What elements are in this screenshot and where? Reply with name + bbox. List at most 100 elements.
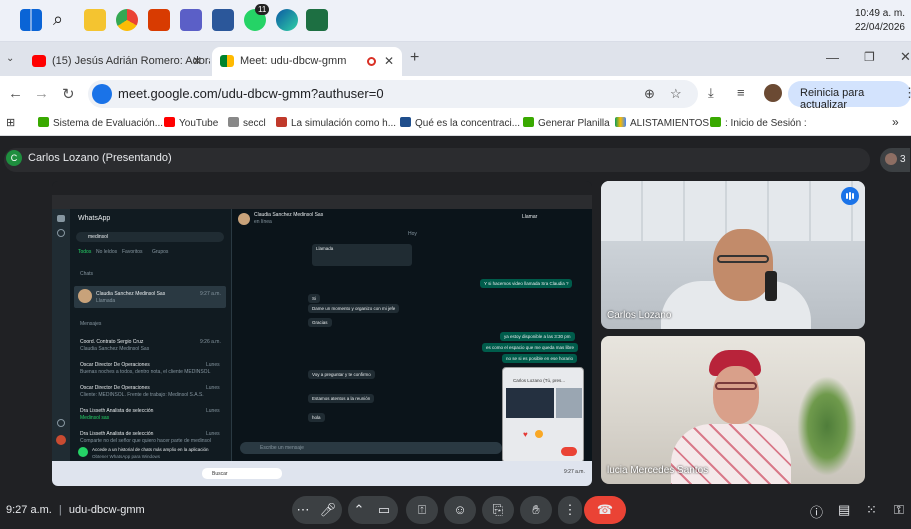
download-banner: Accede a un historial de chats más ampli… [92,447,209,452]
chat-snippet: Llamada [96,298,116,304]
tab-label: (15) Jesús Adrián Romero: Adoraci [52,55,210,67]
zoom-icon[interactable]: ⊕ [644,86,655,102]
reload-icon[interactable]: ↻ [62,85,75,103]
windows-start-icon[interactable] [20,9,42,31]
more-options-icon[interactable]: ⋮ [558,496,582,524]
participant-tile[interactable]: Carlos Lozano [601,181,865,329]
system-clock[interactable]: 10:49 a. m. 22/04/2026 [855,7,905,35]
media-queue-icon[interactable]: ≡ [737,85,745,100]
tab-search-icon[interactable]: ⌄ [6,53,14,64]
captions-icon[interactable]: ⎘ [482,496,514,524]
mini-shared-preview [506,388,554,418]
message-name: Dra Lisseth Analista de selección [80,408,154,414]
message-name: Oscar Director De Operaciones [80,362,150,368]
restore-icon[interactable]: ❐ [864,50,875,64]
download-banner-link: Obtener WhatsApp para Windows [92,454,161,459]
chat-icon[interactable]: ▤ [838,502,850,518]
minimize-icon[interactable]: — [826,50,839,65]
microphone-icon[interactable]: 🎤︎ [314,496,342,524]
more-audio-options-icon[interactable]: ⋯ [292,496,314,524]
more-video-options-icon[interactable]: ⌃ [348,496,370,524]
teams-icon[interactable] [180,9,202,31]
close-tab-icon[interactable]: ✕ [192,54,202,68]
excel-icon[interactable] [306,9,328,31]
chat-avatar [78,289,92,303]
notification-badge: 11 [255,4,270,15]
activities-icon[interactable]: ⁙ [866,502,877,518]
forward-icon[interactable]: → [34,85,49,102]
new-tab-button[interactable]: + [410,49,419,67]
bookmark-item[interactable]: Sistema de Evaluación... [38,117,163,129]
participant-count: 3 [900,154,906,165]
meeting-code: udu-dbcw-gmm [68,504,145,516]
search-icon[interactable]: ⌕ [53,9,75,31]
bookmark-item[interactable]: ALISTAMIENTOS [615,117,709,129]
url-text[interactable]: meet.google.com/udu-dbcw-gmm?authuser=0 [118,86,384,101]
reactions-icon[interactable]: ☺ [444,496,476,524]
meet-mini-window: Carlos Lozano (Tú, pres... ♥ [502,367,584,463]
close-tab-icon[interactable]: ✕ [384,54,394,68]
host-controls-icon[interactable]: ⚿ [894,502,904,518]
camera-icon[interactable]: ▭ [370,496,398,524]
recording-icon [367,57,376,66]
bookmark-item[interactable]: La simulación como h... [276,117,396,129]
bookmark-item[interactable]: seccl [228,117,266,129]
reaction-heart-icon: ♥ [523,430,528,439]
filter-chip: Todos [78,249,92,255]
bookmark-star-icon[interactable]: ☆ [670,86,682,102]
office-icon[interactable] [148,9,170,31]
close-window-icon[interactable]: ✕ [900,49,911,65]
back-icon[interactable]: ← [8,85,23,102]
message-time: Lunes [206,408,220,414]
profile-avatar-icon[interactable] [764,84,782,102]
meeting-separator: | [58,504,62,516]
whatsapp-icon[interactable]: 11 [244,4,270,31]
bookmark-item[interactable]: Generar Planilla [523,117,610,129]
bookmark-item[interactable]: YouTube [164,117,218,129]
incoming-bubble: hola [308,413,325,422]
filter-chip: No leídos [96,249,118,255]
bookmark-item[interactable]: Qué es la concentraci... [400,117,520,129]
message-time: Lunes [206,431,220,437]
outgoing-bubble: Y si hacemos video llamada Sra Claudia ? [480,279,573,288]
present-screen-icon[interactable]: ⍐ [406,496,438,524]
tab-youtube[interactable]: (15) Jesús Adrián Romero: Adoraci ✕ [24,47,210,76]
omnibox[interactable]: meet.google.com/udu-dbcw-gmm?authuser=0 … [88,80,698,108]
day-label: Hoy [408,231,417,237]
windows-taskbar: ⌕ 11 10:49 a. m. 22/04/2026 [0,0,911,42]
chat-header-status: en línea [254,219,272,225]
sena-icon [523,117,534,127]
incoming-bubble: Gracias [308,318,332,327]
clock-time: 10:49 a. m. [854,8,905,19]
mini-hangup-icon [561,447,577,456]
leave-call-icon[interactable]: ☎︎ [584,496,626,524]
more-menu-icon[interactable]: ⋮ [903,85,911,101]
participant-name: lucia Mercedes Santos [607,465,709,476]
raise-hand-icon[interactable]: ✋︎ [520,496,552,524]
chrome-icon[interactable] [116,9,138,31]
chat-row-selected [74,286,226,308]
phone [765,271,777,301]
shared-windows-taskbar: Buscar 9:27 a.m. [52,461,592,486]
bookmark-item[interactable]: : Inicio de Sesión : [710,117,807,129]
word-icon[interactable] [212,9,234,31]
edge-icon[interactable] [276,9,298,31]
search-value: medinsol [88,234,109,240]
meeting-info: 9:27 a.m. | udu-dbcw-gmm [6,504,145,516]
message-time: 9:26 a.m. [200,339,221,345]
whatsapp-rail [52,209,70,461]
incoming-bubble: Si [308,294,321,303]
update-button[interactable]: Reinicia para actualizar [788,81,911,111]
outgoing-bubble: es como el espacio que me queda mas libr… [482,343,579,352]
tab-meet[interactable]: Meet: udu-dbcw-gmm ✕ [212,47,402,76]
participant-tile[interactable]: lucia Mercedes Santos [601,336,865,484]
apps-grid-icon[interactable]: ⊞ [6,116,15,129]
participants-button[interactable]: 3 [880,148,910,172]
meeting-details-icon[interactable]: ⓘ [810,502,823,521]
download-icon[interactable]: ⤓ [708,85,714,101]
bookmarks-more[interactable]: » [892,115,899,129]
site-info-icon[interactable] [92,84,112,104]
message-name: Coord. Contrato Sergio Cruz [80,339,144,345]
chats-icon [57,215,65,222]
file-explorer-icon[interactable] [84,9,106,31]
